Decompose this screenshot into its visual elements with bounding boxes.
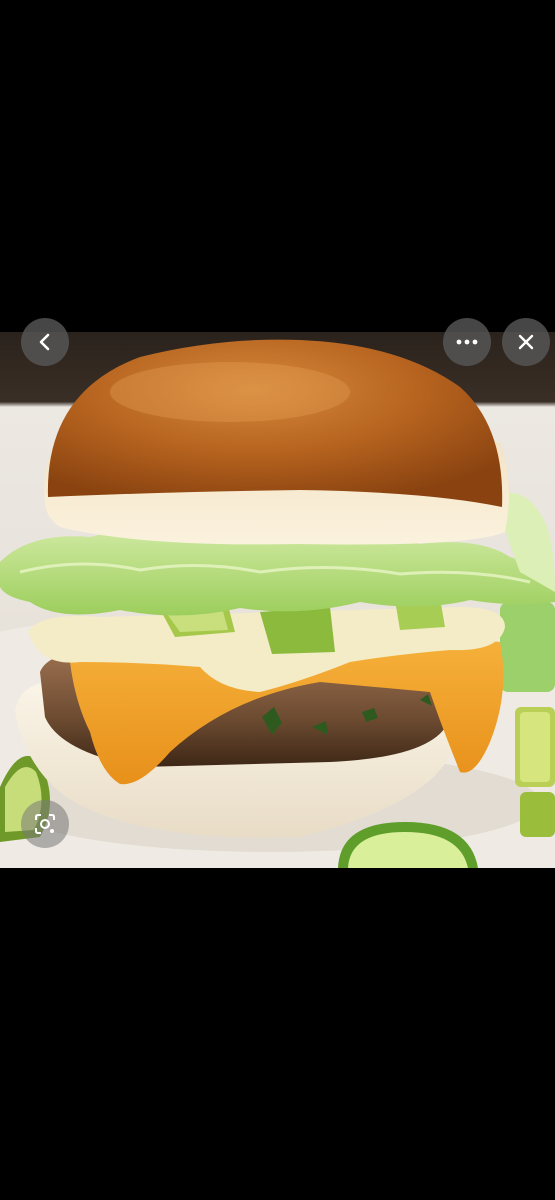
lens-search-icon xyxy=(34,813,56,835)
back-button[interactable] xyxy=(21,318,69,366)
lens-search-button[interactable] xyxy=(21,800,69,848)
chevron-left-icon xyxy=(36,333,54,351)
burger-photo[interactable] xyxy=(0,332,555,868)
more-horizontal-icon xyxy=(456,339,478,345)
more-options-button[interactable] xyxy=(443,318,491,366)
image-viewer xyxy=(0,0,555,1200)
close-button[interactable] xyxy=(502,318,550,366)
close-icon xyxy=(518,334,534,350)
